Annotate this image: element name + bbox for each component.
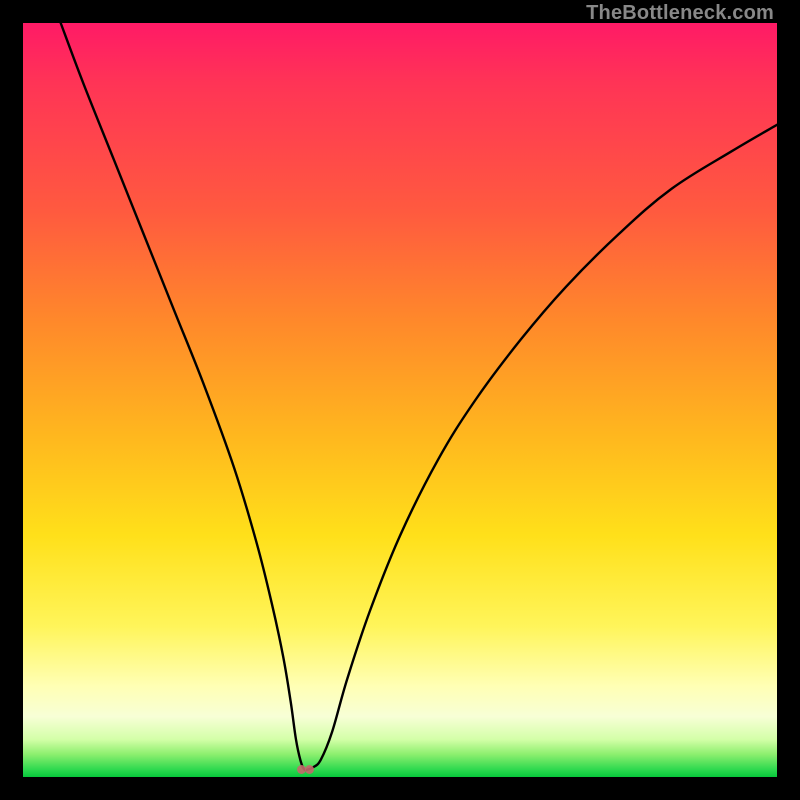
chart-frame: TheBottleneck.com [0,0,800,800]
bottleneck-curve [23,23,777,777]
watermark-text: TheBottleneck.com [586,2,774,25]
plot-area [23,23,777,777]
